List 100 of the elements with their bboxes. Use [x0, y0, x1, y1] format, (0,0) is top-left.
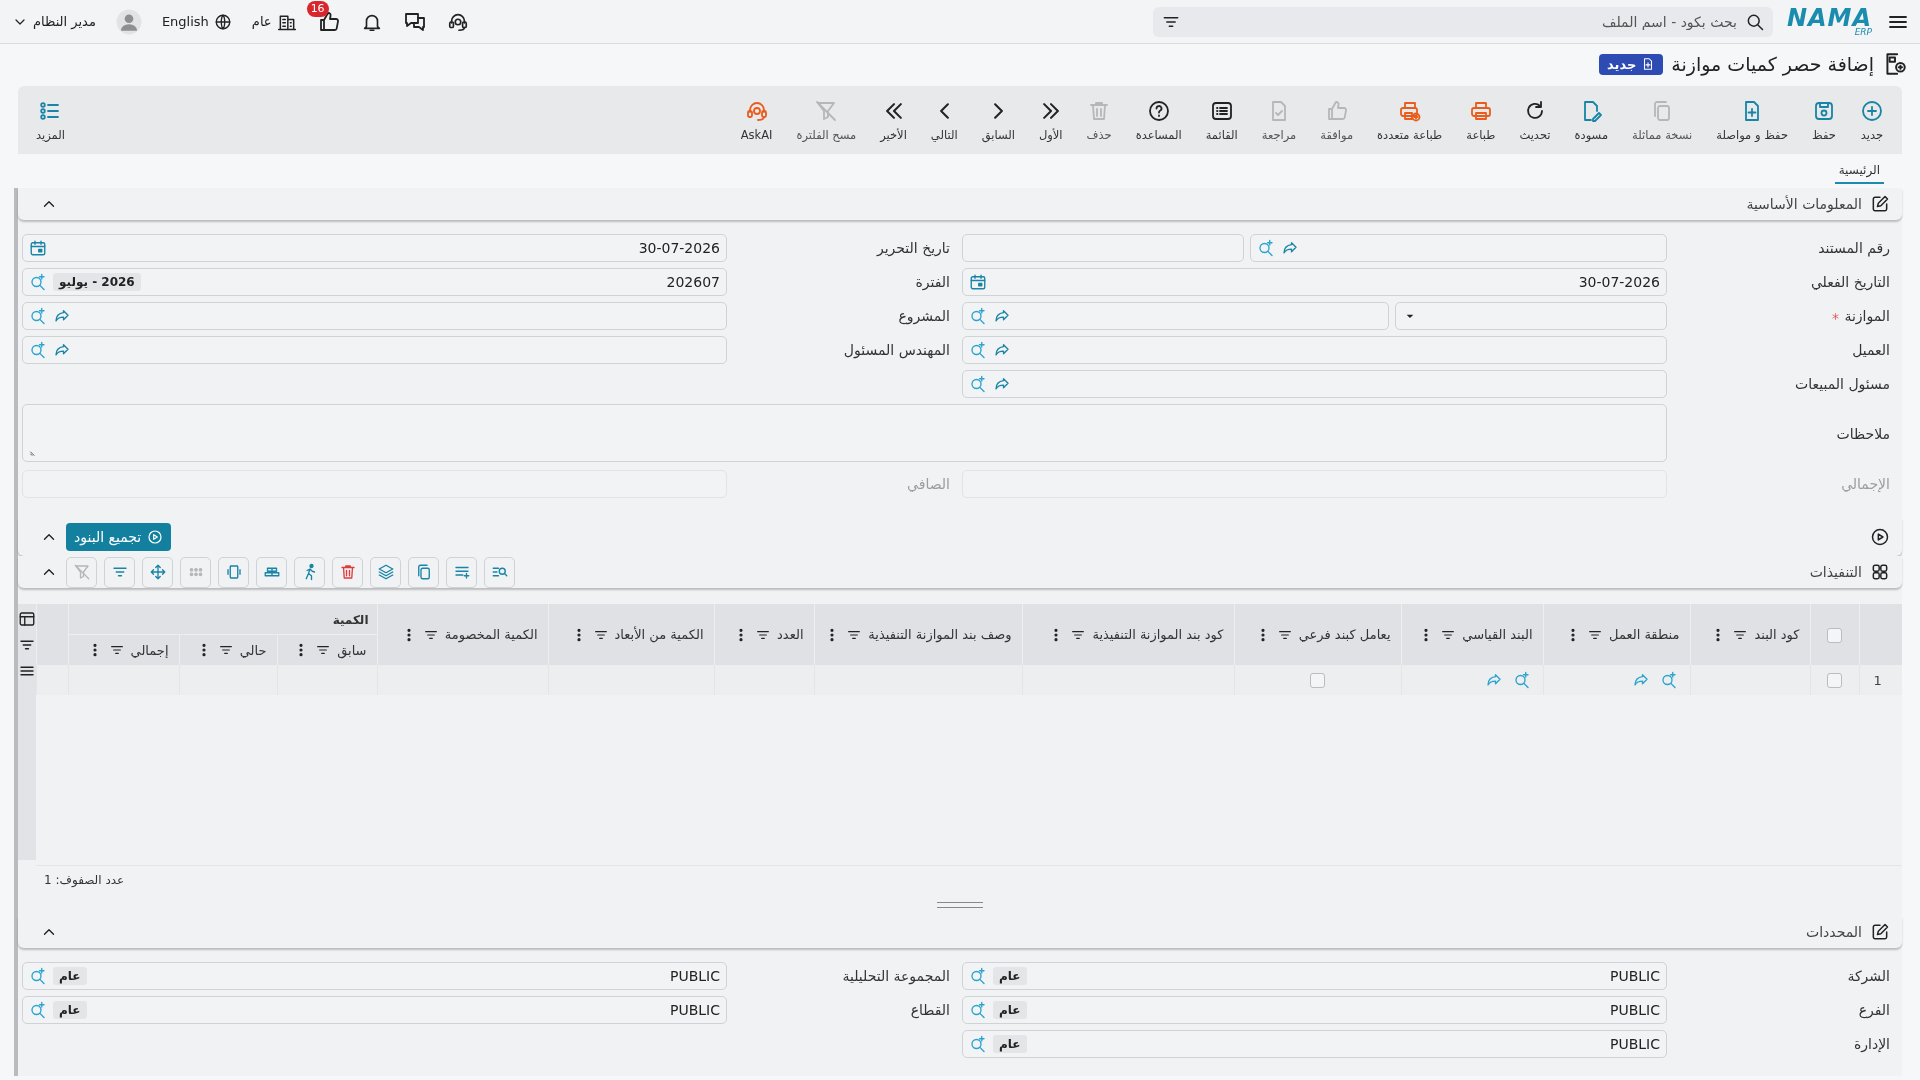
language-link[interactable]: English: [161, 14, 209, 29]
dropdown-field[interactable]: [1395, 302, 1667, 330]
page-title: إضافة حصر كميات موازنة: [1671, 53, 1874, 75]
search-plus-icon[interactable]: [29, 1001, 47, 1019]
search-plus-icon[interactable]: [29, 967, 47, 985]
tool-button[interactable]: [446, 556, 477, 588]
search-plus-icon[interactable]: [1512, 671, 1531, 689]
tool-button[interactable]: [408, 556, 439, 588]
toolbar-button[interactable]: التالي: [918, 98, 970, 142]
double-chevron-left-icon: [885, 102, 902, 119]
move-icon: [148, 563, 167, 581]
columns-icon: [224, 563, 243, 581]
trash-icon: [338, 563, 357, 581]
section-title: المعلومات الأساسية: [1746, 196, 1862, 212]
value-tag: عام: [53, 1001, 87, 1019]
lookup-field[interactable]: [22, 302, 727, 330]
layers-icon: [376, 563, 395, 581]
search-plus-icon[interactable]: [29, 341, 47, 359]
row-number: 1: [1873, 672, 1883, 688]
toolbar-button[interactable]: المساعدة: [1123, 98, 1194, 142]
column-header: كود بند الموازنة التنفيذية: [1092, 627, 1224, 642]
toolbar-button[interactable]: مسودة: [1562, 98, 1621, 142]
code-field[interactable]: [962, 234, 1245, 262]
collect-items-button[interactable]: تجميع البنود: [66, 523, 172, 551]
lookup-field[interactable]: [22, 336, 727, 364]
column-header: البند القياسي: [1462, 627, 1533, 642]
value-tag: عام: [993, 967, 1027, 985]
column-header: يعامل كبند فرعي: [1298, 627, 1391, 642]
field-label: الإدارة: [1853, 1036, 1890, 1052]
lookup-field[interactable]: [1250, 234, 1667, 262]
play-circle-icon[interactable]: [1870, 527, 1890, 547]
logo[interactable]: NAMA ERP: [1786, 6, 1872, 37]
toolbar-button[interactable]: جديد: [1848, 98, 1896, 142]
search-plus-icon[interactable]: [29, 273, 47, 291]
toolbar-button[interactable]: تحديث: [1507, 98, 1563, 142]
search-plus-icon[interactable]: [969, 375, 987, 393]
avatar-icon[interactable]: [115, 8, 142, 35]
column-header: سابق: [337, 642, 367, 658]
status-label: جديد: [1607, 56, 1637, 72]
checkbox[interactable]: [1310, 672, 1325, 688]
lookup-field[interactable]: [962, 302, 1389, 330]
checkbox[interactable]: [1827, 673, 1842, 688]
toolbar-button[interactable]: الأول: [1026, 98, 1075, 142]
search-bar[interactable]: بحث بكود - اسم الملف: [1152, 6, 1773, 37]
toolbar-button[interactable]: القائمة: [1193, 98, 1250, 142]
more-button[interactable]: المزيد: [24, 98, 77, 142]
chevron-right-icon: [993, 102, 1003, 119]
resize-handle[interactable]: [937, 902, 983, 908]
calendar-icon[interactable]: [29, 239, 47, 257]
toolbar-button[interactable]: AskAI: [728, 98, 785, 142]
search-plus-icon[interactable]: [1257, 239, 1276, 257]
filter-off-icon: [72, 563, 91, 581]
column-header: الكمية المخصومة: [444, 627, 538, 642]
user-name[interactable]: مدير النظام: [33, 14, 96, 29]
tab[interactable]: الرئيسية: [1834, 163, 1884, 184]
table-row[interactable]: 1: [36, 665, 1902, 695]
search-plus-icon[interactable]: [969, 341, 987, 359]
field-label: ملاحظات: [1836, 426, 1890, 442]
table-icon[interactable]: [18, 610, 36, 628]
search-plus-icon[interactable]: [969, 1035, 987, 1053]
double-chevron-right-icon: [1042, 102, 1059, 119]
field-label: المشروع: [898, 308, 950, 324]
column-header: كود البند: [1754, 627, 1800, 642]
calendar-icon[interactable]: [969, 273, 987, 291]
toolbar-button[interactable]: حفظ: [1800, 98, 1848, 142]
toolbar-button[interactable]: الأخير: [868, 98, 919, 142]
toolbar-button[interactable]: طباعة متعددة: [1365, 98, 1455, 142]
tool-button[interactable]: [256, 556, 287, 588]
search-plus-icon[interactable]: [969, 307, 987, 325]
toolbar-button[interactable]: حفظ و مواصلة: [1704, 98, 1800, 142]
tool-button[interactable]: [142, 556, 173, 588]
tool-button[interactable]: [370, 556, 401, 588]
date-field[interactable]: 30-07-2026: [962, 268, 1667, 296]
field-label: الشركة: [1847, 968, 1890, 984]
field-label: تاريخ التحرير: [876, 240, 950, 256]
search-plus-icon[interactable]: [969, 1001, 987, 1019]
lookup-field[interactable]: [962, 336, 1667, 364]
column-header: منطقة العمل: [1609, 627, 1680, 642]
search-plus-icon[interactable]: [1659, 671, 1678, 689]
globe-icon[interactable]: [213, 12, 232, 31]
tool-button[interactable]: [294, 556, 325, 588]
checkbox[interactable]: [1827, 627, 1842, 643]
branch-label[interactable]: عام: [251, 14, 272, 29]
toolbar-button[interactable]: السابق: [969, 98, 1027, 142]
search-plus-icon[interactable]: [29, 307, 47, 325]
column-header: الكمية من الأبعاد: [614, 627, 704, 642]
search-plus-icon[interactable]: [969, 967, 987, 985]
toolbar-button[interactable]: طباعة: [1454, 98, 1508, 142]
search-field[interactable]: بحث بكود - اسم الملف: [1186, 12, 1739, 31]
filter-off-icon: [814, 98, 839, 123]
tool-button[interactable]: [104, 556, 135, 588]
tool-button[interactable]: [484, 556, 515, 588]
lookup-field[interactable]: [962, 370, 1667, 398]
tool-button[interactable]: [218, 556, 249, 588]
field-label: الصافي: [907, 476, 950, 492]
edit-icon: [1870, 922, 1890, 942]
date-field[interactable]: 30-07-2026: [22, 234, 727, 262]
tool-button[interactable]: [332, 556, 363, 588]
notes-field[interactable]: [22, 404, 1667, 462]
field-label: التاريخ الفعلي: [1810, 274, 1890, 290]
